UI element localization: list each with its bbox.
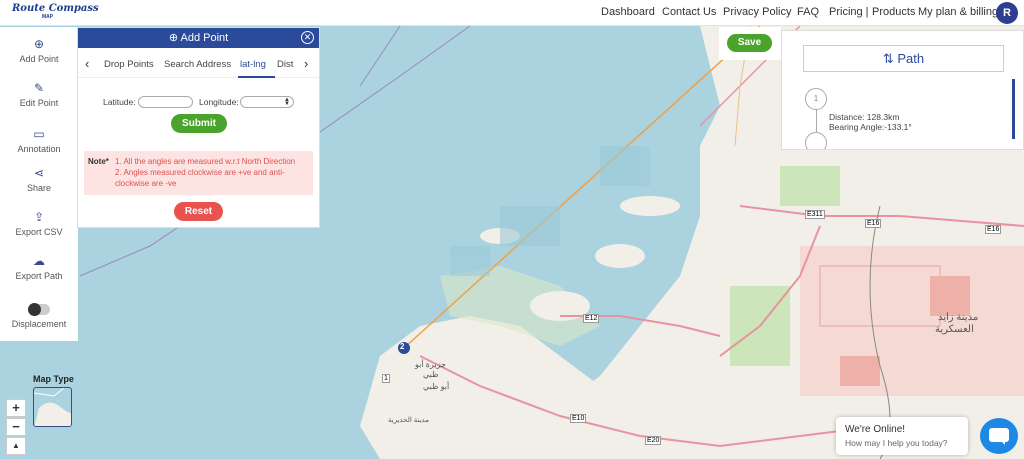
tab-search-address[interactable]: Search Address (164, 59, 231, 70)
stepper-arrows-icon[interactable]: ▲ ▼ (284, 97, 290, 107)
share-icon: ⋖ (33, 166, 45, 180)
city-label-zayed-2: العسكرية (935, 324, 974, 335)
cloud-download-icon: ☁ (33, 254, 45, 268)
add-point-tabs: ‹ Drop Points Search Address lat-lng Dis… (78, 48, 319, 78)
chat-button[interactable] (980, 418, 1018, 454)
add-point-panel: ⊕ Add Point ✕ ‹ Drop Points Search Addre… (77, 27, 320, 228)
zoom-out-button[interactable]: − (6, 418, 26, 436)
chat-subtitle: How may I help you today? (845, 438, 948, 448)
road-label-e12: E12 (583, 314, 600, 323)
plus-circle-icon: ⊕ (168, 32, 181, 44)
road-label-1: 1 (382, 374, 390, 383)
path-distance: Distance: 128.3km (829, 112, 900, 122)
nav-dashboard[interactable]: Dashboard (601, 6, 655, 18)
path-scrollbar[interactable] (1012, 79, 1015, 139)
path-panel: ⇅ Path 1 Distance: 128.3km Bearing Angle… (781, 30, 1024, 150)
path-header[interactable]: ⇅ Path (803, 45, 1004, 72)
sidebar-item-label: Edit Point (19, 98, 59, 108)
sidebar-item-export-csv[interactable]: ⇪ Export CSV (0, 210, 78, 237)
save-container: Save (719, 27, 781, 60)
map-type-thumbnail[interactable] (33, 387, 72, 427)
city-label-abudhabi-3: أبو ظبي (423, 382, 450, 391)
swap-vertical-icon: ⇅ (882, 51, 898, 66)
comment-icon: ▭ (33, 127, 45, 141)
chevron-right-icon[interactable]: › (304, 56, 308, 71)
close-icon[interactable]: ✕ (301, 31, 314, 44)
road-label-e311: E311 (805, 210, 825, 219)
latitude-label: Latitude: (103, 97, 136, 107)
plus-circle-icon: ⊕ (33, 37, 45, 51)
top-navigation-bar: Route Compass MAP Dashboard Contact Us P… (0, 0, 1024, 26)
city-label-abudhabi-2: ظبي (423, 370, 439, 379)
path-node-2[interactable] (805, 132, 827, 149)
latitude-input[interactable] (138, 96, 193, 108)
sidebar-item-add-point[interactable]: ⊕ Add Point (0, 37, 78, 64)
sidebar-item-export-path[interactable]: ☁ Export Path (0, 254, 78, 281)
sidebar-item-share[interactable]: ⋖ Share (0, 166, 78, 193)
nav-faq[interactable]: FAQ (797, 6, 819, 18)
road-label-e16b: E16 (985, 225, 1002, 234)
user-avatar[interactable]: R (996, 2, 1018, 24)
chat-bubble-icon (989, 428, 1009, 445)
nav-contact-us[interactable]: Contact Us (662, 6, 716, 18)
chevron-left-icon[interactable]: ‹ (85, 56, 89, 71)
add-point-title: Add Point (180, 32, 229, 44)
sidebar-item-label: Export Path (15, 271, 63, 281)
path-node-1[interactable]: 1 (805, 88, 827, 110)
nav-privacy-policy[interactable]: Privacy Policy (723, 6, 791, 18)
submit-button[interactable]: Submit (171, 114, 227, 133)
note-line-2: 2. Angles measured clockwise are +ve and… (115, 168, 285, 177)
path-bearing: Bearing Angle:-133.1° (829, 122, 912, 132)
note-box: Note* 1. All the angles are measured w.r… (84, 151, 313, 195)
sidebar-item-label: Export CSV (15, 227, 63, 237)
chat-title: We're Online! (845, 424, 906, 435)
nav-my-plan-billing[interactable]: My plan & billing (918, 6, 998, 18)
add-point-header: ⊕ Add Point ✕ (78, 28, 319, 48)
marker-label[interactable]: 2 (400, 342, 404, 351)
tab-drop-points[interactable]: Drop Points (104, 59, 154, 70)
chat-widget[interactable]: We're Online! How may I help you today? (836, 417, 968, 455)
sidebar-item-annotation[interactable]: ▭ Annotation (0, 127, 78, 154)
path-title: Path (897, 51, 925, 66)
road-label-e16: E16 (865, 219, 882, 228)
city-label-new-city: مدينة الحديرية (388, 417, 429, 424)
zoom-in-button[interactable]: + (6, 399, 26, 417)
city-label-abudhabi-1: جزيرة أبو (415, 360, 446, 369)
tab-lat-lng[interactable]: lat-lng (240, 59, 266, 70)
road-label-e20: E20 (645, 436, 662, 445)
note-line-3: clockwise are -ve (115, 179, 177, 188)
road-label-e10: E10 (570, 414, 587, 423)
save-button[interactable]: Save (727, 34, 772, 52)
displacement-toggle[interactable] (28, 303, 50, 316)
longitude-label: Longitude: (199, 97, 239, 107)
sidebar-item-label: Add Point (19, 54, 59, 64)
nav-pricing[interactable]: Pricing | (829, 6, 869, 18)
route-compass-logo[interactable]: Route Compass MAP (12, 3, 99, 20)
map-type-label: Map Type (33, 374, 74, 384)
nav-products[interactable]: Products (872, 6, 915, 18)
city-label-zayed-1: مدينة زايد (938, 312, 979, 323)
sidebar-item-edit-point[interactable]: ✎ Edit Point (0, 81, 78, 108)
left-toolbar: ⊕ Add Point ✎ Edit Point ▭ Annotation ⋖ … (0, 27, 78, 341)
note-line-1: 1. All the angles are measured w.r.t Nor… (115, 157, 296, 166)
pencil-icon: ✎ (33, 81, 45, 95)
longitude-input[interactable]: ▲ ▼ (240, 96, 294, 108)
note-label: Note* (88, 157, 109, 166)
compass-button[interactable]: ▲ (6, 437, 26, 455)
active-tab-indicator (238, 76, 275, 78)
reset-button[interactable]: Reset (174, 202, 223, 221)
sidebar-item-label: Annotation (17, 144, 61, 154)
sidebar-item-displacement[interactable]: Displacement (0, 303, 78, 329)
tab-dist[interactable]: Dist (277, 59, 293, 70)
sidebar-item-label: Displacement (11, 319, 67, 329)
sidebar-item-label: Share (26, 183, 52, 193)
path-connector (816, 110, 817, 132)
export-icon: ⇪ (33, 210, 45, 224)
